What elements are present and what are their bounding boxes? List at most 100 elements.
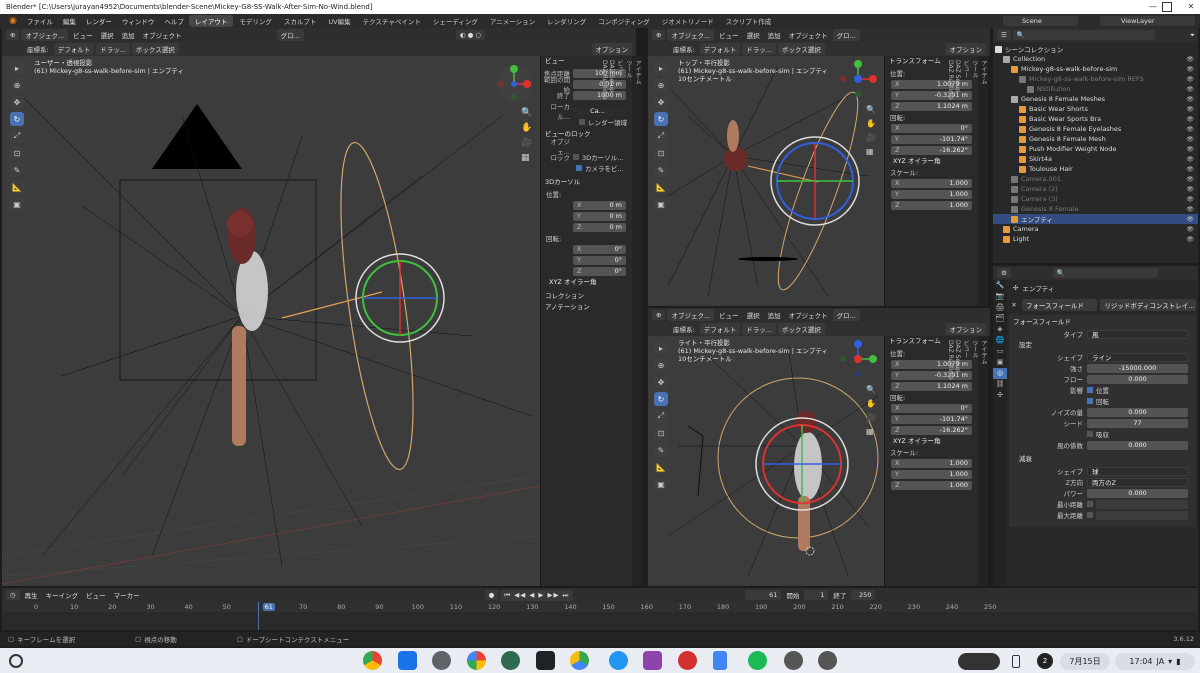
menu-file[interactable]: ファイル bbox=[22, 16, 58, 26]
timeline-menu-marker[interactable]: マーカー bbox=[111, 590, 143, 600]
outliner-item[interactable]: Light 👁 bbox=[993, 234, 1198, 244]
menu-render[interactable]: レンダー bbox=[81, 16, 117, 26]
right-tab-view[interactable]: ビュー bbox=[961, 336, 970, 586]
visibility-eye-icon[interactable]: 👁 bbox=[1186, 86, 1194, 93]
camera-view-icon[interactable]: 🎥 bbox=[521, 136, 532, 151]
top-tab-daz-setup[interactable]: DAZ Setup bbox=[954, 56, 961, 306]
end-frame-field[interactable]: 250 bbox=[851, 590, 876, 600]
max-distance-field[interactable] bbox=[1096, 510, 1188, 520]
linux-penguin-2-icon[interactable] bbox=[818, 651, 837, 670]
timeline-menu-playback[interactable]: 再生 bbox=[22, 590, 41, 600]
tab-uv-editing[interactable]: UV編集 bbox=[322, 15, 356, 27]
terminal-icon[interactable] bbox=[536, 651, 555, 670]
tool-props-icon[interactable]: 🔧 bbox=[993, 280, 1007, 291]
annotate-tool-icon[interactable]: ✎ bbox=[10, 163, 24, 177]
system-tray[interactable]: 17:04 JA ▾ ▮ bbox=[1115, 653, 1195, 670]
timeline-editor-icon[interactable]: ◷ bbox=[6, 590, 20, 600]
outliner-item[interactable]: Genesis 8 Female 👁 bbox=[993, 204, 1198, 214]
outliner-item[interactable]: Toulouse Hair 👁 bbox=[993, 164, 1198, 174]
tab-rendering[interactable]: レンダリング bbox=[541, 15, 592, 27]
scale-tool-icon[interactable]: ⤢ bbox=[10, 129, 24, 143]
menu-edit[interactable]: 編集 bbox=[58, 16, 81, 26]
zoom-icon[interactable]: 🔍 bbox=[521, 106, 532, 121]
top-tab-item[interactable]: アイテム bbox=[979, 56, 988, 306]
tab-daz-runtime[interactable]: DAZ Runtime bbox=[601, 56, 608, 586]
noise-field[interactable]: 0.000 bbox=[1087, 407, 1188, 417]
measure-tool-icon[interactable]: 📐 bbox=[10, 180, 24, 194]
scene-selector[interactable]: Scene bbox=[1003, 16, 1078, 26]
outliner-item[interactable]: Mickey-g8-ss-walk-before-sim REFS 👁 bbox=[993, 74, 1198, 84]
seed-field[interactable]: 77 bbox=[1087, 418, 1188, 428]
type-dropdown[interactable]: 風 bbox=[1087, 329, 1188, 339]
right-annotate-tool-icon[interactable]: ✎ bbox=[654, 443, 668, 457]
maximize-icon[interactable] bbox=[1162, 2, 1172, 12]
coord-selector[interactable]: デフォルト bbox=[53, 43, 95, 55]
visibility-eye-icon[interactable]: 👁 bbox=[1186, 206, 1194, 213]
menu-view[interactable]: ビュー bbox=[70, 30, 96, 40]
right-select-tool-icon[interactable]: ▸ bbox=[654, 341, 668, 355]
visibility-eye-icon[interactable]: 👁 bbox=[1186, 166, 1194, 173]
right-menu-view[interactable]: ビュー bbox=[716, 310, 742, 320]
force-field-section[interactable]: フォースフィールド bbox=[1009, 317, 1196, 328]
top-grid-toggle-icon[interactable]: ▦ bbox=[866, 145, 876, 159]
outliner-item[interactable]: Basic Wear Sports Bra 👁 bbox=[993, 114, 1198, 124]
visibility-eye-icon[interactable]: 👁 bbox=[1186, 106, 1194, 113]
collection-props-icon[interactable]: ▭ bbox=[993, 346, 1007, 357]
select-tool-icon[interactable]: ▸ bbox=[10, 61, 24, 75]
visibility-eye-icon[interactable]: 👁 bbox=[1186, 226, 1194, 233]
top-editor-type-button[interactable]: ⊕ bbox=[652, 30, 666, 40]
view-layer-props-icon[interactable]: 🗂 bbox=[993, 313, 1007, 324]
tab-texture-paint[interactable]: テクスチャペイント bbox=[357, 15, 427, 27]
outliner-item[interactable]: エンプティ 👁 bbox=[993, 214, 1198, 224]
outliner-item[interactable]: Camera (2) 👁 bbox=[993, 184, 1198, 194]
phone-hub-icon[interactable] bbox=[1012, 655, 1020, 668]
navigation-gizmo[interactable] bbox=[494, 64, 534, 104]
top-rotate-tool-icon[interactable]: ↻ bbox=[654, 112, 668, 126]
strength-field[interactable]: -15000.000 bbox=[1087, 363, 1188, 373]
right-scale-tool-icon[interactable]: ⤢ bbox=[654, 409, 668, 423]
chrome-icon[interactable] bbox=[363, 651, 382, 670]
pan-hand-icon[interactable]: ✋ bbox=[521, 121, 532, 136]
outliner-item[interactable]: Skirt4a 👁 bbox=[993, 154, 1198, 164]
top-mode-selector[interactable]: オブジェク... bbox=[667, 29, 715, 41]
transform-tool-icon[interactable]: ⊡ bbox=[10, 146, 24, 160]
tab-layout[interactable]: レイアウト bbox=[188, 15, 234, 27]
top-tab-view[interactable]: ビュー bbox=[961, 56, 970, 306]
settings-icon[interactable] bbox=[432, 651, 451, 670]
right-menu-add[interactable]: 追加 bbox=[765, 310, 784, 320]
top-cursor-tool-icon[interactable]: ⊕ bbox=[654, 78, 668, 92]
top-measure-tool-icon[interactable]: 📐 bbox=[654, 180, 668, 194]
visibility-eye-icon[interactable]: 👁 bbox=[1186, 236, 1194, 243]
tab-tool[interactable]: ツール bbox=[624, 56, 633, 586]
outliner-root[interactable]: シーンコレクション bbox=[993, 44, 1198, 54]
timeline-area[interactable]: 0 10 20 30 40 50 61 70 80 90 100 110 120 130 140 150 160… bbox=[2, 602, 1198, 630]
close-icon[interactable]: ✕ bbox=[1182, 0, 1200, 14]
top-select-tool-icon[interactable]: ▸ bbox=[654, 61, 668, 75]
tab-modeling[interactable]: モデリング bbox=[233, 15, 278, 27]
physics-props-icon[interactable]: ◎ bbox=[993, 368, 1007, 379]
top-tab-daz-runtime[interactable]: DAZ Runtime bbox=[947, 56, 954, 306]
record-button[interactable]: ● bbox=[484, 590, 499, 600]
tab-shading[interactable]: シェーディング bbox=[427, 15, 484, 27]
affect-rotation-checkbox[interactable] bbox=[1087, 398, 1093, 404]
top-navigation-gizmo[interactable] bbox=[838, 59, 878, 99]
right-navigation-gizmo[interactable] bbox=[838, 339, 878, 379]
menu-select[interactable]: 選択 bbox=[98, 30, 117, 40]
right-camera-view-icon[interactable]: 🎥 bbox=[866, 411, 876, 425]
top-drag-selector[interactable]: ドラッ... bbox=[742, 43, 776, 55]
keep-notes-icon[interactable] bbox=[643, 651, 662, 670]
right-transform-orientation[interactable]: グロ... bbox=[832, 309, 860, 321]
absorb-checkbox[interactable] bbox=[1087, 431, 1093, 437]
right-box-select-button[interactable]: ボックス選択 bbox=[777, 323, 825, 335]
photos-icon[interactable] bbox=[467, 651, 486, 670]
top-options-button[interactable]: オプション bbox=[945, 43, 986, 55]
outliner-item[interactable]: NStillution 👁 bbox=[993, 84, 1198, 94]
code-editor-icon[interactable] bbox=[501, 651, 520, 670]
visibility-eye-icon[interactable]: 👁 bbox=[1186, 146, 1194, 153]
properties-editor-icon[interactable]: ⚙ bbox=[997, 268, 1011, 278]
top-scale-tool-icon[interactable]: ⤢ bbox=[654, 129, 668, 143]
outliner-item[interactable]: Genesis 8 Female Mesh 👁 bbox=[993, 134, 1198, 144]
tab-view[interactable]: ビュー bbox=[615, 56, 624, 586]
editor-type-button[interactable]: ⊕ bbox=[6, 30, 20, 40]
playback-controls[interactable]: ⏮ ◀◀ ◀ ▶ ▶▶ ⏭ bbox=[500, 589, 574, 601]
